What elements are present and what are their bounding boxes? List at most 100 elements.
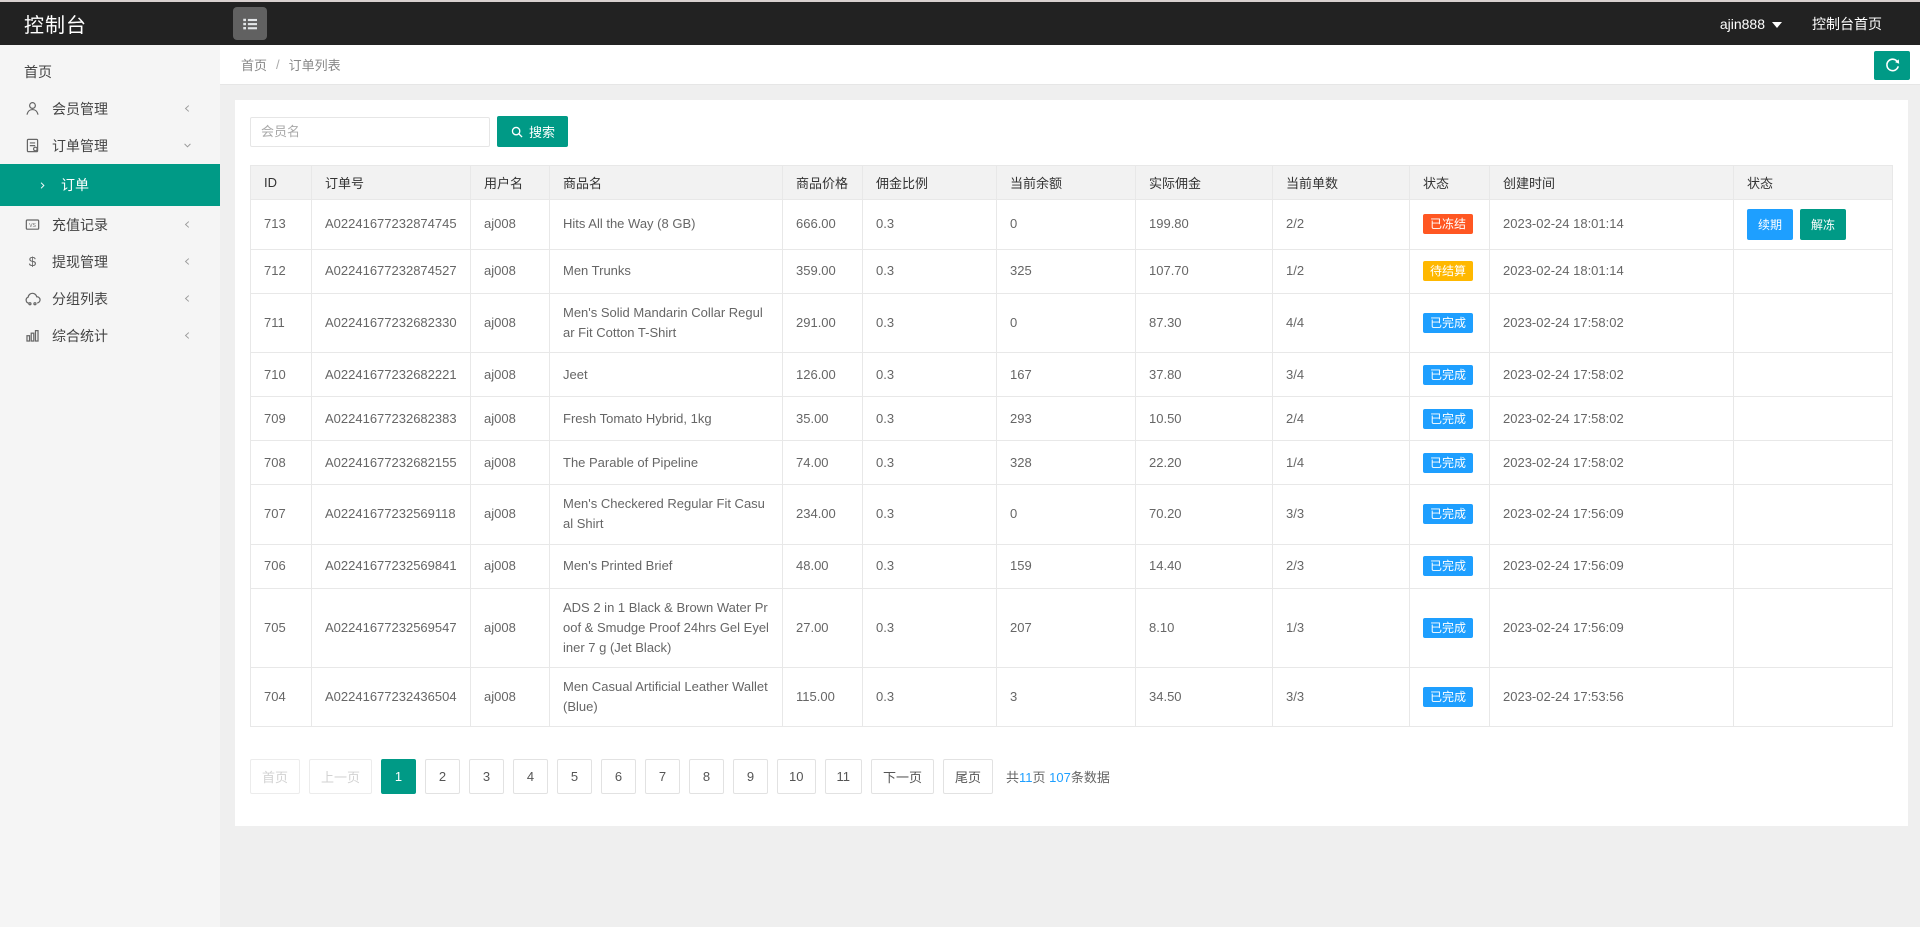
cell-order-no: A02241677232682330 <box>311 292 471 354</box>
sidebar-item-withdraw[interactable]: $ 提现管理 <box>0 243 220 280</box>
cell-created-at: 2023-02-24 18:01:14 <box>1489 249 1734 294</box>
page-number-button[interactable]: 5 <box>557 759 593 795</box>
page-last-button[interactable]: 尾页 <box>943 759 994 795</box>
cell-id: 713 <box>250 199 312 250</box>
sidebar-item-members[interactable]: 会员管理 <box>0 90 220 127</box>
cell-status: 已完成 <box>1409 396 1490 442</box>
sidebar-item-label: 综合统计 <box>52 327 108 344</box>
cell-username: aj008 <box>470 484 550 545</box>
cell-actions <box>1733 587 1893 668</box>
cell-price: 234.00 <box>782 484 863 545</box>
page-next-button[interactable]: 下一页 <box>871 759 935 795</box>
cell-actual-commission: 14.40 <box>1135 543 1273 589</box>
cell-commission-ratio: 0.3 <box>862 292 997 354</box>
chart-icon <box>24 327 41 344</box>
page-first-button[interactable]: 首页 <box>250 759 301 795</box>
content-card: 搜索 ID订单号用户名商品名商品价格佣金比例当前余额实际佣金当前单数状态创建时间… <box>235 100 1908 827</box>
cell-status: 待结算 <box>1409 249 1490 294</box>
sidebar-item-orders[interactable]: 订单管理 <box>0 127 220 164</box>
cell-order-count: 1/2 <box>1272 249 1410 294</box>
chevron-left-icon <box>181 329 194 342</box>
cell-commission-ratio: 0.3 <box>862 587 997 668</box>
table-row: 713 A02241677232874745 aj008 Hits All the W… <box>250 199 1893 250</box>
member-name-input[interactable] <box>250 116 490 147</box>
refresh-button[interactable] <box>1874 51 1910 80</box>
menu-list-icon <box>240 14 260 34</box>
table-row: 706 A02241677232569841 aj008 Men's Printed … <box>250 543 1893 589</box>
sidebar-subitem-label: 订单 <box>61 177 89 193</box>
cell-order-no: A02241677232682221 <box>311 352 471 398</box>
page-number-button[interactable]: 6 <box>601 759 637 795</box>
column-header: 当前单数 <box>1272 165 1410 200</box>
table-row: 707 A02241677232569118 aj008 Men's Checkere… <box>250 484 1893 545</box>
sidebar-item-groups[interactable]: 分组列表 <box>0 280 220 317</box>
search-bar: 搜索 <box>250 116 1893 147</box>
cell-product-name: Hits All the Way (8 GB) <box>549 199 783 250</box>
card-icon: VS <box>24 216 41 233</box>
sidebar-item-label: 提现管理 <box>52 253 108 270</box>
cell-actions <box>1733 440 1893 486</box>
cell-created-at: 2023-02-24 17:58:02 <box>1489 396 1734 442</box>
cell-created-at: 2023-02-24 17:58:02 <box>1489 440 1734 486</box>
cell-current-balance: 159 <box>996 543 1136 589</box>
cell-price: 115.00 <box>782 666 863 728</box>
console-home-link[interactable]: 控制台首页 <box>1812 14 1882 34</box>
sidebar: 首页 会员管理 订单管理订单 VS 充值记录 $ 提现管理分组列表综合统计 <box>0 45 220 927</box>
unfreeze-button[interactable]: 解冻 <box>1800 209 1847 240</box>
cell-actual-commission: 34.50 <box>1135 666 1273 728</box>
cell-username: aj008 <box>470 543 550 589</box>
page-number-button[interactable]: 7 <box>645 759 681 795</box>
page-number-button[interactable]: 2 <box>425 759 461 795</box>
cell-current-balance: 325 <box>996 249 1136 294</box>
cell-username: aj008 <box>470 396 550 442</box>
breadcrumb-separator: / <box>276 57 280 72</box>
cell-price: 74.00 <box>782 440 863 486</box>
page-prev-button[interactable]: 上一页 <box>309 759 373 795</box>
page-number-button[interactable]: 4 <box>513 759 549 795</box>
cell-username: aj008 <box>470 199 550 250</box>
sidebar-toggle-button[interactable] <box>233 7 267 40</box>
user-icon <box>24 100 41 117</box>
cell-id: 710 <box>250 352 312 398</box>
pagination: 首页 上一页 1 2 3 4 5 6 7 8 9 10 11 下一页 尾页 共11页 107条数据 <box>250 759 1893 795</box>
sidebar-item-recharge[interactable]: VS 充值记录 <box>0 206 220 243</box>
cell-created-at: 2023-02-24 17:56:09 <box>1489 543 1734 589</box>
column-header: 佣金比例 <box>862 165 997 200</box>
arrow-right-icon <box>36 179 49 192</box>
search-button[interactable]: 搜索 <box>497 116 569 147</box>
sidebar-item-home[interactable]: 首页 <box>0 53 220 90</box>
column-header: 订单号 <box>311 165 471 200</box>
cell-price: 48.00 <box>782 543 863 589</box>
page-number-button[interactable]: 3 <box>469 759 505 795</box>
table-body: 713 A02241677232874745 aj008 Hits All the W… <box>250 199 1893 728</box>
sidebar-item-stats[interactable]: 综合统计 <box>0 317 220 354</box>
cell-actions <box>1733 543 1893 589</box>
cell-actual-commission: 87.30 <box>1135 292 1273 354</box>
cell-commission-ratio: 0.3 <box>862 543 997 589</box>
cell-status: 已完成 <box>1409 292 1490 354</box>
cell-current-balance: 3 <box>996 666 1136 728</box>
page-number-button[interactable]: 9 <box>733 759 769 795</box>
cell-product-name: Men's Printed Brief <box>549 543 783 589</box>
cell-current-balance: 167 <box>996 352 1136 398</box>
cell-created-at: 2023-02-24 17:53:56 <box>1489 666 1734 728</box>
page-number-button[interactable]: 11 <box>824 759 862 795</box>
cell-actual-commission: 199.80 <box>1135 199 1273 250</box>
breadcrumb-home[interactable]: 首页 <box>241 55 267 74</box>
page-number-button[interactable]: 10 <box>777 759 816 795</box>
status-badge: 已完成 <box>1423 617 1474 638</box>
cell-order-no: A02241677232569841 <box>311 543 471 589</box>
table-row: 704 A02241677232436504 aj008 Men Casual Art… <box>250 666 1893 728</box>
sidebar-subitem-order-list[interactable]: 订单 <box>0 164 220 206</box>
page-number-button[interactable]: 8 <box>689 759 725 795</box>
table-row: 708 A02241677232682155 aj008 The Parable of… <box>250 440 1893 486</box>
user-menu[interactable]: ajin888 <box>1720 16 1782 32</box>
breadcrumb: 首页 / 订单列表 <box>220 45 1920 85</box>
dollar-icon: $ <box>24 253 41 270</box>
renew-button[interactable]: 续期 <box>1747 209 1794 240</box>
page-number-button[interactable]: 1 <box>381 759 417 795</box>
cell-actions <box>1733 352 1893 398</box>
column-header: 用户名 <box>470 165 550 200</box>
navbar-right: ajin888 控制台首页 <box>1720 14 1920 34</box>
cell-status: 已完成 <box>1409 587 1490 668</box>
